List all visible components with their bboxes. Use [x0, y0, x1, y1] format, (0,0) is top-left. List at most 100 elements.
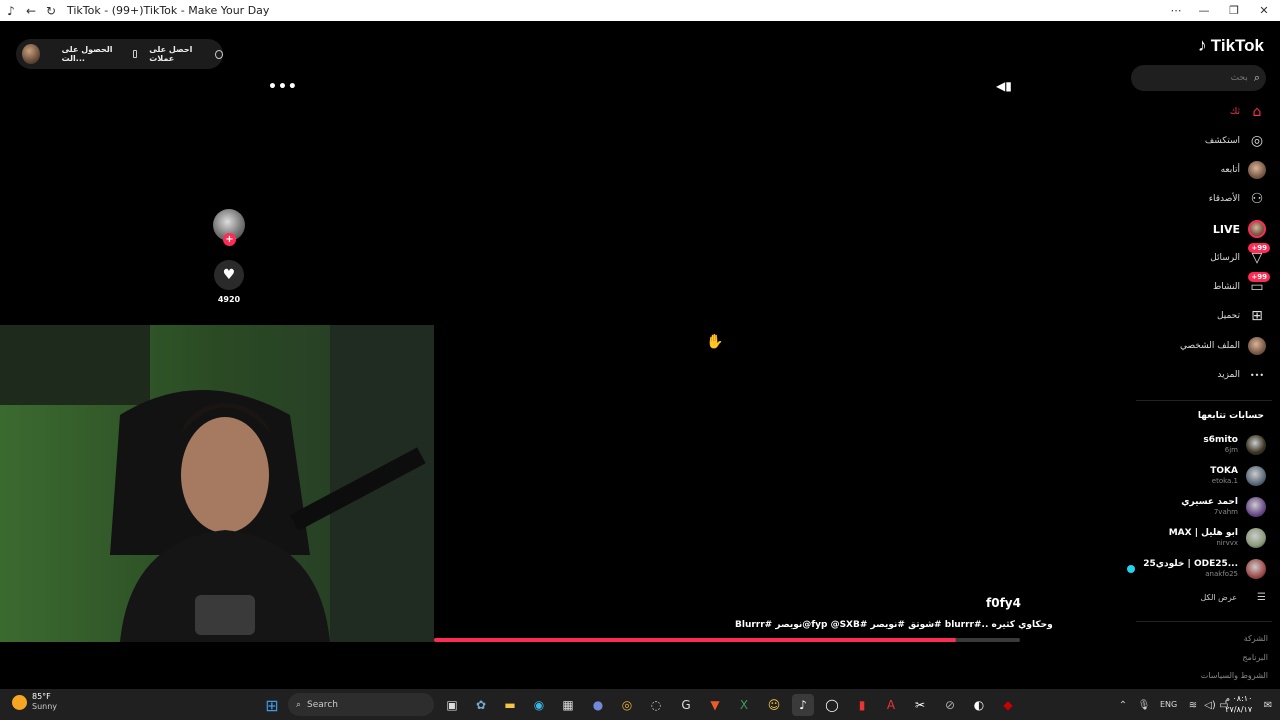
browser-titlebar: ♪ ← ↻ TikTok - (99+)TikTok - Make Your D…	[0, 0, 1280, 21]
search-input[interactable]	[1147, 73, 1248, 83]
video-caption: وحكاوي كثيره ..#blurrr #شوتق #نويصر #fyp…	[735, 620, 1053, 630]
sidebar-item-8[interactable]: تحميل ⊞	[1217, 306, 1266, 326]
brave-icon[interactable]: ▼	[704, 694, 726, 716]
sidebar-item-1[interactable]: ثك ⌂	[1230, 102, 1266, 122]
close-button[interactable]: ✕	[1248, 0, 1280, 21]
app-a-icon[interactable]: A	[880, 694, 902, 716]
microphone-icon[interactable]: 🎙	[1133, 694, 1155, 716]
sidebar-item-label: ثك	[1229, 107, 1240, 117]
clock[interactable]: ٠٨:١٠ م ٢٧/٨/١٧	[1225, 693, 1252, 715]
sidebar-item-label: المزيد	[1217, 370, 1240, 380]
following-account[interactable]: MAX | ابو هليل nirvvx	[1169, 526, 1266, 550]
tray-chevron-icon[interactable]: ⌃	[1112, 694, 1134, 716]
notification-badge: +99	[1248, 272, 1270, 282]
home-icon: ⌂	[1252, 104, 1262, 120]
sidebar-item-label: LIVE	[1212, 222, 1240, 236]
account-handle: etoka.1	[1211, 477, 1238, 485]
store-icon[interactable]: ▦	[557, 694, 579, 716]
sun-icon	[12, 694, 27, 710]
heart-icon: ♥	[222, 267, 236, 283]
account-handle: 6jm	[1224, 446, 1238, 454]
upload-icon: ⊞	[1251, 308, 1263, 324]
following-account[interactable]: خلودي25 | ODE25... anakfo25	[1127, 557, 1266, 581]
tiktok-logo[interactable]: ♪ TikTok	[1198, 35, 1264, 56]
tiktok-app: الحصول على الت... احصل على عملات ••• ◀▮ …	[0, 21, 1280, 689]
window-title: TikTok - (99+)TikTok - Make Your Day	[67, 4, 270, 17]
sidebar-item-5[interactable]: LIVE	[1213, 219, 1266, 239]
sidebar-item-3[interactable]: أتابعه	[1221, 160, 1266, 180]
language-indicator[interactable]: ENG	[1160, 700, 1177, 709]
get-app-button[interactable]: الحصول على الت...	[62, 45, 138, 63]
webcam-overlay	[0, 325, 434, 642]
discord-icon[interactable]: ●	[587, 694, 609, 716]
compass-icon: ◎	[1250, 133, 1264, 149]
more-options-icon[interactable]: •••	[268, 79, 298, 95]
app-ring-icon[interactable]: ◯	[821, 694, 843, 716]
restore-button[interactable]: ❐	[1218, 0, 1250, 21]
sidebar-divider-2	[1136, 621, 1272, 622]
chrome-icon[interactable]: ◎	[616, 694, 638, 716]
video-author[interactable]: f0fy4	[986, 596, 1021, 610]
sidebar-item-6[interactable]: الرسائل ▽ +99	[1210, 243, 1270, 268]
search-box[interactable]: ⌕	[1131, 65, 1266, 91]
sidebar-item-2[interactable]: استكشف ◎	[1205, 131, 1266, 151]
emoji-app-icon[interactable]: ☺	[763, 694, 785, 716]
creator-avatar[interactable]: +	[213, 209, 245, 246]
search-icon: ⌕	[296, 699, 302, 710]
activity-icon: ▭ +99	[1248, 272, 1270, 296]
obs-icon[interactable]: ◌	[645, 694, 667, 716]
get-coins-button[interactable]: احصل على عملات	[149, 45, 223, 63]
app-mask-icon[interactable]: ◐	[968, 694, 990, 716]
edge-icon[interactable]: ◉	[528, 694, 550, 716]
tiktok-taskbar-icon[interactable]: ♪	[792, 694, 814, 716]
steam-icon[interactable]: ⊘	[939, 694, 961, 716]
task-view-icon[interactable]: ▣	[441, 694, 463, 716]
reload-icon[interactable]: ↻	[41, 0, 61, 21]
sidebar-item-label: تحميل	[1216, 311, 1240, 321]
video-progress-bar[interactable]	[434, 638, 1020, 642]
sidebar-divider	[1136, 400, 1272, 401]
following-title: حسابات تتابعها	[1197, 411, 1264, 421]
following-account[interactable]: احمد عسيري 7vahm	[1181, 495, 1266, 519]
get-app-label: الحصول على الت...	[61, 45, 113, 63]
app-red-icon[interactable]: ▮	[851, 694, 873, 716]
footer-program-link[interactable]: البرنامج	[1242, 653, 1268, 662]
sidebar-item-7[interactable]: النشاط ▭ +99	[1213, 272, 1270, 297]
account-name: MAX | ابو هليل	[1168, 528, 1238, 538]
sidebar-item-9[interactable]: الملف الشخصي	[1180, 336, 1266, 356]
capcut-icon[interactable]: ✂	[909, 694, 931, 716]
mouse-cursor-icon: ✋	[706, 334, 724, 350]
app-g-icon[interactable]: G	[675, 694, 697, 716]
like-count: 4920	[217, 295, 241, 304]
volume-icon[interactable]: ◀▮	[996, 79, 1012, 93]
copilot-icon[interactable]: ✿	[470, 694, 492, 716]
weather-widget[interactable]: 85°F Sunny	[12, 692, 57, 712]
top-actions-pill: الحصول على الت... احصل على عملات	[16, 39, 223, 69]
minimize-button[interactable]: —	[1188, 0, 1220, 21]
user-avatar[interactable]	[22, 44, 40, 64]
excel-icon[interactable]: X	[733, 694, 755, 716]
windows-start-icon[interactable]: ⊞	[261, 694, 283, 716]
windows-taskbar: 85°F Sunny ⊞ ⌕ Search ▣ ✿ ▬ ◉ ▦ ● ◎ ◌ G …	[0, 689, 1280, 720]
live-avatar-icon	[1248, 220, 1266, 238]
tiktok-note-icon: ♪	[1197, 35, 1207, 55]
account-avatar	[1246, 528, 1266, 548]
account-handle: 7vahm	[1213, 508, 1238, 516]
see-all-button[interactable]: عرض الكل ☰	[1200, 592, 1266, 603]
like-button[interactable]: ♥	[214, 260, 244, 290]
footer-company-link[interactable]: الشركة	[1244, 634, 1268, 643]
search-icon[interactable]: ⌕	[1254, 71, 1260, 85]
back-arrow-icon[interactable]: ←	[21, 0, 41, 21]
following-account[interactable]: TOKA etoka.1	[1210, 464, 1266, 488]
phone-icon	[132, 50, 138, 58]
sidebar-item-4[interactable]: الأصدقاء ⚇	[1209, 189, 1266, 209]
mcafee-icon[interactable]: ◆	[997, 694, 1019, 716]
footer-terms-link[interactable]: الشروط والسياسات	[1201, 671, 1268, 680]
taskbar-search[interactable]: ⌕ Search	[288, 693, 434, 716]
video-progress-fill	[434, 638, 956, 642]
following-account[interactable]: s6mito 6jm	[1203, 433, 1266, 457]
notification-icon[interactable]: ✉	[1257, 694, 1279, 716]
sidebar-item-10[interactable]: المزيد •••	[1217, 365, 1266, 385]
follow-plus-icon[interactable]: +	[223, 233, 236, 246]
file-explorer-icon[interactable]: ▬	[499, 694, 521, 716]
